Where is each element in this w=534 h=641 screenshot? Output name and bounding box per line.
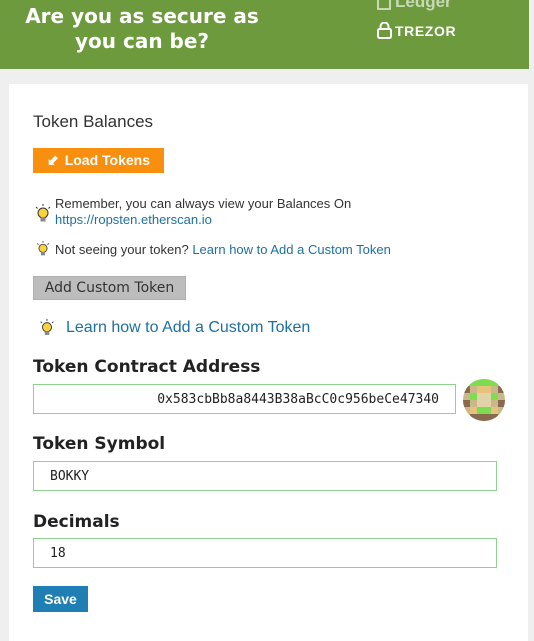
lightbulb-icon [40,319,54,335]
token-symbol-input[interactable] [33,461,497,491]
token-balances-panel: Token Balances ⬋ Load Tokens Remember, yo… [9,84,528,641]
lock-icon [377,21,392,39]
identicon [463,379,505,421]
contract-address-input[interactable] [33,384,456,414]
load-tokens-button[interactable]: ⬋ Load Tokens [33,148,164,173]
ledger-logo[interactable]: Ledger [377,0,452,12]
ledger-icon [377,0,391,10]
remember-text: Remember, you can always view your Balan… [55,196,352,211]
learn-custom-token-heading-link[interactable]: Learn how to Add a Custom Token [66,319,310,336]
add-custom-token-button[interactable]: Add Custom Token [33,276,186,300]
remember-tip: Remember, you can always view your Balan… [35,196,351,228]
banner-text: Are you as secure as you can be? [25,4,259,53]
save-button[interactable]: Save [33,586,88,612]
trezor-logo[interactable]: TREZOR [377,21,456,39]
learn-custom-token-link[interactable]: Learn how to Add a Custom Token [192,242,391,257]
decimals-label: Decimals [33,512,120,532]
learn-custom-token-row: Learn how to Add a Custom Token [39,319,310,337]
not-seeing-text: Not seeing your token? [55,242,189,257]
promo-banner[interactable]: Are you as secure as you can be? Ledger … [0,0,529,69]
lightbulb-icon [35,204,51,222]
panel-title: Token Balances [33,112,154,131]
etherscan-link[interactable]: https://ropsten.etherscan.io [55,212,351,228]
custom-token-tip: Not seeing your token? Learn how to Add … [35,241,391,258]
lightbulb-icon [36,241,50,256]
decimals-input[interactable] [33,538,497,568]
contract-address-label: Token Contract Address [33,357,261,377]
token-symbol-label: Token Symbol [33,434,166,454]
refresh-arrow-icon: ⬋ [46,152,59,168]
